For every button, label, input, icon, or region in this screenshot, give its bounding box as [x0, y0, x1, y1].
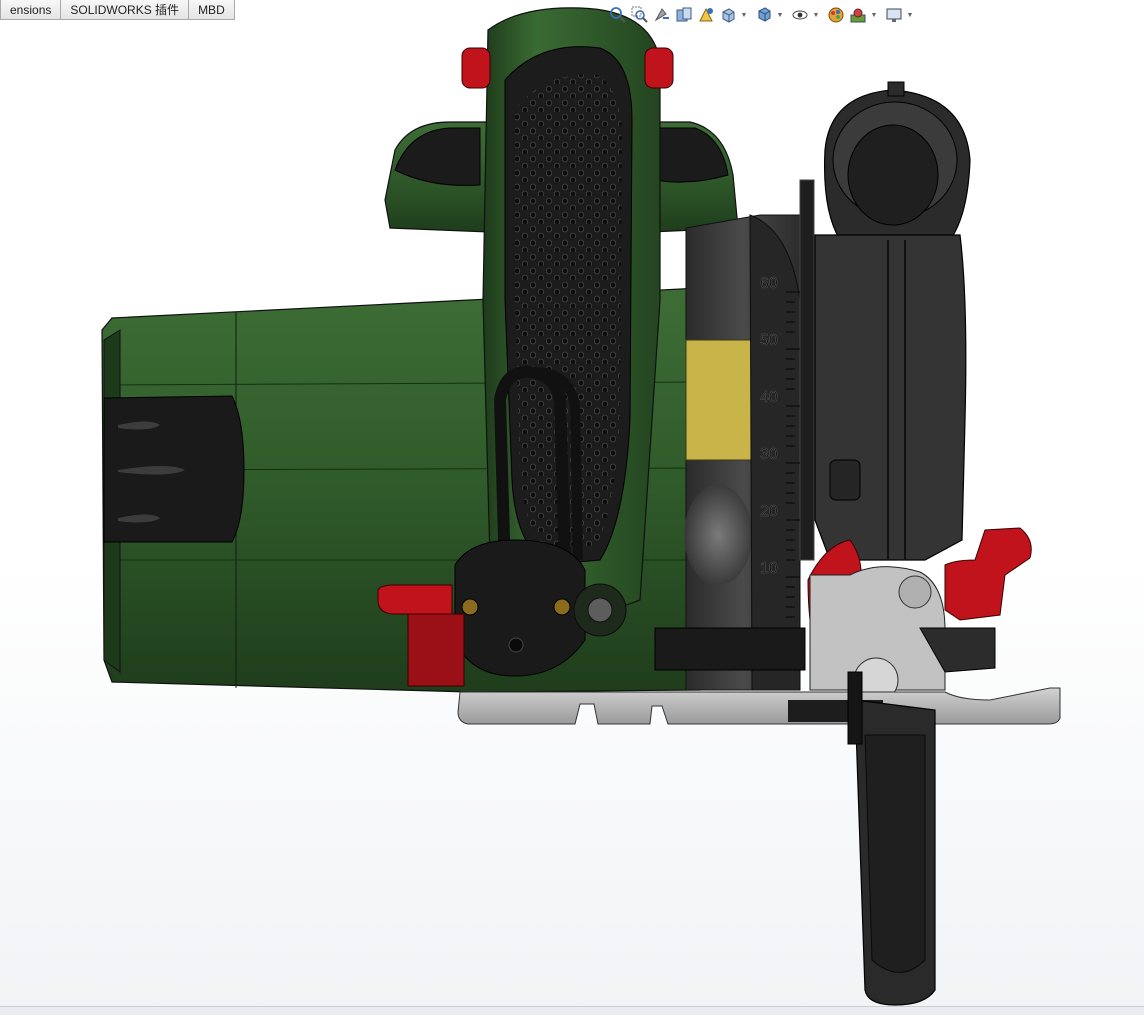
- dynamic-annotation-icon[interactable]: [696, 4, 716, 26]
- tab-addins[interactable]: SOLIDWORKS 插件: [61, 0, 190, 20]
- cord-plug: [454, 539, 586, 677]
- depth-scale-label: 50: [760, 332, 778, 349]
- dropdown-arrow-icon[interactable]: ▼: [870, 4, 878, 26]
- display-style-icon[interactable]: [754, 4, 774, 26]
- hide-show-items-icon[interactable]: [790, 4, 810, 26]
- dropdown-arrow-icon[interactable]: ▼: [776, 4, 784, 26]
- tab-dimensions[interactable]: ensions: [0, 0, 62, 20]
- blade-guard: [814, 234, 967, 561]
- zoom-to-fit-icon[interactable]: [608, 4, 628, 26]
- view-orientation-icon[interactable]: [718, 4, 738, 26]
- lock-button-left: [461, 47, 491, 89]
- edit-appearance-icon[interactable]: [826, 4, 846, 26]
- depth-scale-label: 20: [760, 503, 778, 520]
- dropdown-arrow-icon[interactable]: ▼: [906, 4, 914, 26]
- dropdown-arrow-icon[interactable]: ▼: [740, 4, 748, 26]
- command-manager-tabs: ensions SOLIDWORKS 插件 MBD: [0, 0, 235, 21]
- yellow-label: [685, 339, 753, 461]
- lock-button-right: [644, 47, 674, 89]
- base-plate: [457, 687, 1061, 725]
- tab-mbd[interactable]: MBD: [189, 0, 235, 20]
- section-view-icon[interactable]: [674, 4, 694, 26]
- dust-port: [824, 81, 971, 241]
- zoom-to-area-icon[interactable]: [630, 4, 650, 26]
- dropdown-arrow-icon[interactable]: ▼: [812, 4, 820, 26]
- graphics-area-bottom-edge: [0, 1006, 1144, 1015]
- apply-scene-icon[interactable]: [848, 4, 868, 26]
- model-view[interactable]: 60 50 40 30 20 10: [0, 0, 1144, 1015]
- view-settings-icon[interactable]: [884, 4, 904, 26]
- depth-scale-label: 30: [760, 446, 778, 463]
- heads-up-view-toolbar: ▼ ▼ ▼ ▼ ▼: [608, 3, 918, 27]
- depth-scale-label: 10: [760, 560, 778, 577]
- graphics-area[interactable]: 60 50 40 30 20 10: [0, 0, 1144, 1015]
- previous-view-icon[interactable]: [652, 4, 672, 26]
- depth-scale-label: 60: [760, 275, 778, 292]
- depth-scale-label: 40: [760, 389, 778, 406]
